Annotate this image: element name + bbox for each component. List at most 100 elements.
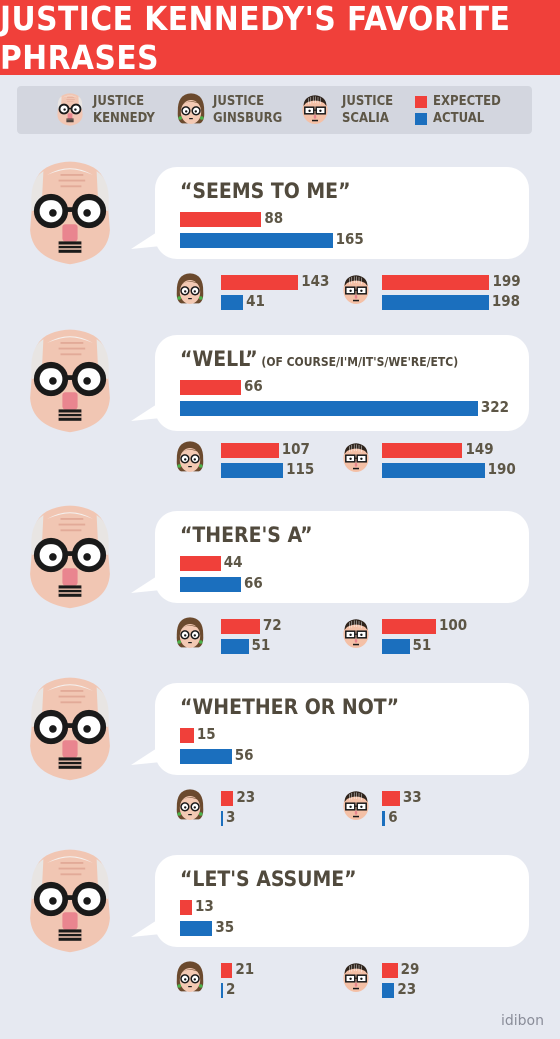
- scalia-expected-label: 149: [465, 440, 494, 458]
- ginsburg-actual-label: 41: [246, 292, 265, 310]
- legend-expected-label: EXPECTED: [433, 94, 501, 109]
- kennedy-actual-bar: [180, 233, 333, 248]
- phrase-title: “WHETHER OR NOT”: [180, 695, 399, 719]
- kennedy-face-icon: [22, 498, 118, 616]
- ginsburg-expected-label: 107: [281, 440, 310, 458]
- scalia-face-icon: [336, 787, 376, 827]
- scalia-expected-bar: [382, 963, 398, 978]
- phrase-subtext: (OF COURSE/I'M/IT'S/WE'RE/ETC): [257, 355, 459, 369]
- kennedy-actual-bar: [180, 921, 213, 936]
- ginsburg-actual-label: 3: [226, 808, 236, 826]
- ginsburg-expected-bar: [221, 791, 234, 806]
- kennedy-expected-label: 66: [244, 377, 263, 395]
- kennedy-actual-bar: [180, 577, 242, 592]
- scalia-expected-bar: [382, 443, 463, 458]
- credit-logo: idibon: [501, 1013, 544, 1029]
- legend-ginsburg-line1: JUSTICE: [213, 94, 265, 109]
- scalia-face-icon: [336, 615, 376, 655]
- ginsburg-face-icon: [173, 959, 207, 999]
- kennedy-expected-label: 44: [223, 553, 243, 571]
- speech-bubble: “WELL” (OF COURSE/I'M/IT'S/WE'RE/ETC) 66 3…: [131, 335, 529, 431]
- scalia-expected-bar: [382, 275, 490, 290]
- ginsburg-actual-bar: [221, 295, 244, 310]
- kennedy-face-icon: [22, 322, 118, 440]
- scalia-actual-bar: [382, 811, 386, 826]
- phrase-text: “SEEMS TO ME”: [180, 179, 351, 203]
- speech-bubble-tail: [131, 223, 171, 257]
- kennedy-actual-label: 35: [215, 918, 235, 936]
- phrase-text: “LET'S ASSUME”: [180, 867, 357, 891]
- phrase-title: “SEEMS TO ME”: [180, 179, 350, 203]
- kennedy-expected-bar: [180, 728, 194, 743]
- speech-bubble: “THERE'S A” 44 66: [131, 511, 529, 603]
- ginsburg-expected-label: 21: [235, 960, 255, 978]
- ginsburg-face-icon: [173, 439, 207, 479]
- kennedy-face-icon: [55, 91, 85, 131]
- kennedy-actual-bar: [180, 749, 232, 764]
- scalia-actual-label: 198: [491, 292, 521, 310]
- ginsburg-actual-label: 2: [226, 980, 236, 998]
- scalia-actual-bar: [382, 295, 489, 310]
- ginsburg-face-icon: [175, 91, 207, 131]
- ginsburg-actual-bar: [221, 639, 249, 654]
- kennedy-expected-bar: [180, 556, 221, 571]
- phrase-text: “WHETHER OR NOT”: [180, 695, 400, 719]
- kennedy-face-icon: [22, 154, 118, 272]
- legend-kennedy-line1: JUSTICE: [93, 94, 145, 109]
- kennedy-expected-label: 88: [264, 209, 284, 227]
- ginsburg-face-icon: [173, 615, 207, 655]
- speech-bubble: “LET'S ASSUME” 13 35: [131, 855, 529, 947]
- scalia-face-icon: [297, 91, 333, 131]
- scalia-face-icon: [336, 439, 376, 479]
- phrase-panel: “SEEMS TO ME” 88 165 143 41 199 198: [0, 152, 560, 322]
- scalia-expected-bar: [382, 791, 400, 806]
- ginsburg-expected-bar: [221, 443, 279, 458]
- kennedy-actual-label: 66: [244, 574, 263, 592]
- phrase-text: “WELL”: [180, 347, 258, 371]
- actual-swatch: [415, 113, 427, 125]
- title-banner: JUSTICE KENNEDY'S FAVORITE PHRASES: [0, 0, 560, 77]
- ginsburg-face-icon: [173, 787, 207, 827]
- scalia-face-icon: [336, 959, 376, 999]
- speech-bubble: “WHETHER OR NOT” 15 56: [131, 683, 529, 775]
- phrase-panel: “WELL” (OF COURSE/I'M/IT'S/WE'RE/ETC) 66 3…: [0, 320, 560, 490]
- kennedy-expected-bar: [180, 900, 193, 915]
- page-title: JUSTICE KENNEDY'S FAVORITE PHRASES: [0, 0, 511, 77]
- phrase-title: “WELL” (OF COURSE/I'M/IT'S/WE'RE/ETC): [180, 347, 458, 371]
- scalia-face-icon: [336, 271, 376, 311]
- phrase-panel: “THERE'S A” 44 66 72 51 100 51: [0, 496, 560, 666]
- legend-actual-label: ACTUAL: [433, 111, 485, 126]
- ginsburg-face-icon: [173, 271, 207, 311]
- scalia-expected-label: 29: [400, 960, 420, 978]
- speech-bubble: “SEEMS TO ME” 88 165: [131, 167, 529, 259]
- scalia-expected-label: 199: [492, 272, 521, 290]
- ginsburg-actual-bar: [221, 811, 223, 826]
- ginsburg-actual-label: 115: [286, 460, 315, 478]
- scalia-expected-label: 100: [439, 616, 468, 634]
- legend-scalia-line1: JUSTICE: [342, 94, 394, 109]
- scalia-actual-label: 23: [397, 980, 417, 998]
- legend-ginsburg-line2: GINSBURG: [213, 111, 283, 126]
- kennedy-actual-label: 322: [480, 398, 510, 416]
- expected-swatch: [415, 96, 427, 108]
- ginsburg-expected-bar: [221, 275, 299, 290]
- speech-bubble-tail: [131, 739, 171, 773]
- ginsburg-expected-label: 143: [301, 272, 330, 290]
- phrase-title: “LET'S ASSUME”: [180, 867, 357, 891]
- scalia-actual-label: 190: [487, 460, 516, 478]
- ginsburg-expected-bar: [221, 963, 233, 978]
- phrase-panel: “WHETHER OR NOT” 15 56 23 3 33 6: [0, 668, 560, 838]
- ginsburg-expected-label: 72: [262, 616, 282, 634]
- scalia-expected-bar: [382, 619, 436, 634]
- scalia-actual-bar: [382, 983, 395, 998]
- phrase-panel: “LET'S ASSUME” 13 35 21 2 29 23: [0, 840, 560, 1010]
- speech-bubble-tail: [131, 567, 171, 601]
- phrase-title: “THERE'S A”: [180, 523, 313, 547]
- scalia-actual-label: 6: [388, 808, 398, 826]
- kennedy-expected-bar: [180, 380, 242, 395]
- ginsburg-actual-bar: [221, 983, 223, 998]
- scalia-expected-label: 33: [402, 788, 422, 806]
- speech-bubble-tail: [131, 395, 171, 429]
- phrase-text: “THERE'S A”: [180, 523, 313, 547]
- legend: JUSTICE KENNEDY JUSTICE GINSBURG JUSTICE…: [17, 86, 532, 134]
